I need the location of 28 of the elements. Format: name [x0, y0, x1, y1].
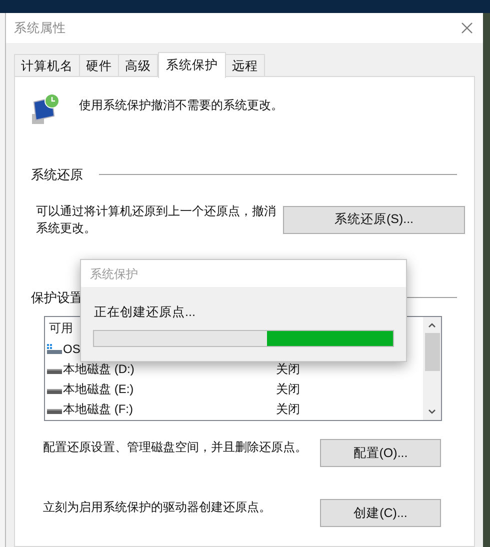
protection-status: 关闭	[276, 381, 300, 398]
tab[interactable]: 远程	[225, 54, 265, 77]
dialog-title: 系统保护	[90, 266, 138, 282]
tab[interactable]: 计算机名	[14, 54, 80, 77]
scrollbar[interactable]	[423, 317, 441, 420]
protection-status: 关闭	[276, 401, 300, 418]
restore-description: 可以通过将计算机还原到上一个还原点，撤消系统更改。	[36, 202, 277, 236]
description-text: 使用系统保护撤消不需要的系统更改。	[79, 97, 283, 114]
tab[interactable]: 高级	[118, 54, 158, 77]
section-heading: 系统还原	[31, 166, 83, 184]
scrollbar-thumb[interactable]	[424, 333, 440, 371]
drive-name[interactable]: 本地磁盘 (E:)	[63, 380, 276, 398]
close-icon[interactable]	[461, 22, 473, 34]
window-title: 系统属性	[14, 20, 66, 37]
drive-icon	[47, 389, 62, 394]
column-header[interactable]: 可用	[49, 319, 73, 339]
configure-button[interactable]: 配置(O)...	[320, 439, 441, 467]
drive-name[interactable]: 本地磁盘 (F:)	[63, 400, 276, 418]
create-description: 立刻为启用系统保护的驱动器创建还原点。	[43, 499, 271, 516]
drive-icon	[47, 369, 62, 374]
tab[interactable]: 系统保护	[158, 52, 226, 78]
system-drive-icon	[47, 344, 62, 354]
configure-description: 配置还原设置、管理磁盘空间，并且删除还原点。	[43, 439, 307, 456]
create-button[interactable]: 创建(C)...	[320, 499, 441, 527]
system-restore-button[interactable]: 系统还原(S)...	[283, 206, 465, 234]
drive-icon	[47, 409, 62, 414]
protection-status: 关闭	[276, 361, 300, 378]
drive-name[interactable]: 本地磁盘 (D:)	[63, 360, 276, 378]
